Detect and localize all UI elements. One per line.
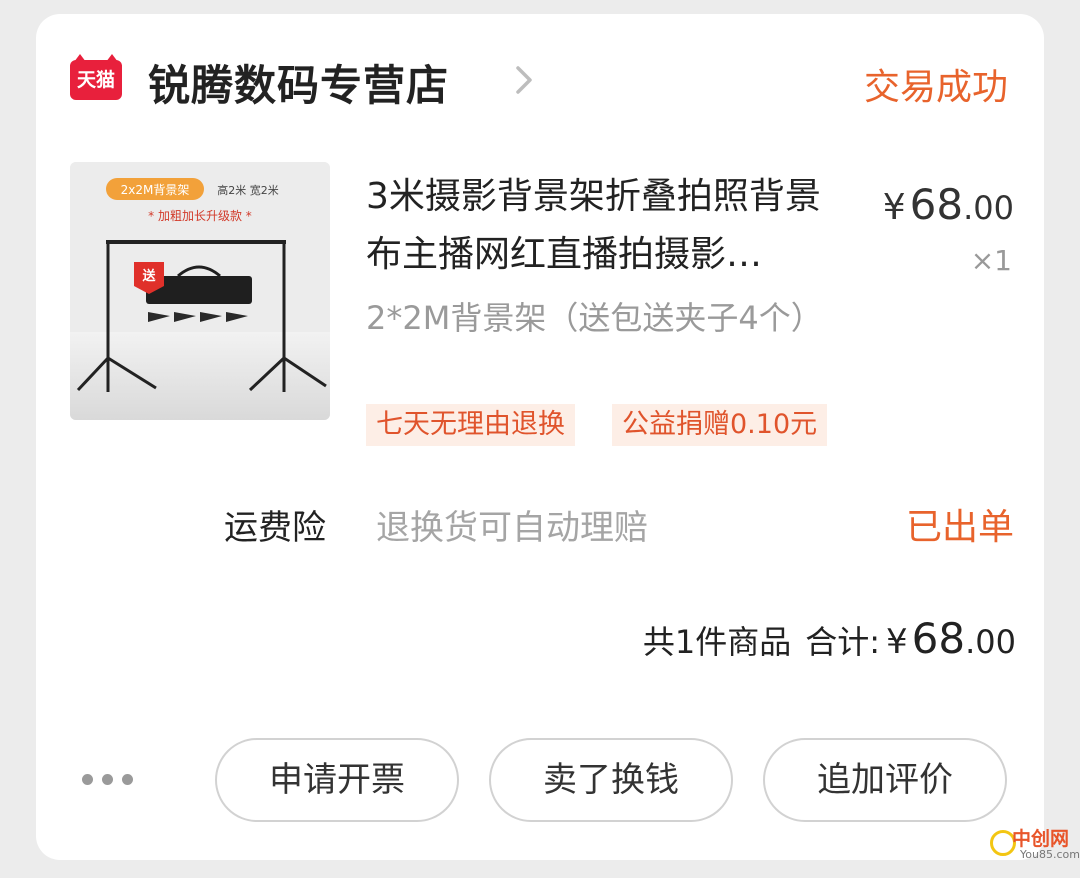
shipping-insurance-status[interactable]: 已出单 — [906, 498, 1014, 550]
thumb-spec-badge: 2x2M背景架 — [121, 183, 190, 197]
price-symbol: ¥ — [882, 187, 906, 228]
thumb-upgrade-text: * 加粗加长升级款 * — [148, 209, 252, 223]
store-name[interactable]: 锐腾数码专营店 — [148, 52, 449, 113]
product-sku: 2*2M背景架（送包送夹子4个） — [366, 299, 823, 337]
total-symbol: ¥ — [886, 622, 908, 662]
product-title[interactable]: 3米摄影背景架折叠拍照背景布主播网红直播拍摄影… — [366, 168, 838, 284]
shipping-insurance-label: 运费险 — [224, 508, 326, 548]
tag-charity-donation: 公益捐赠0.10元 — [612, 404, 828, 446]
price-integer: 68 — [909, 180, 964, 229]
request-invoice-button[interactable]: 申请开票 — [215, 738, 459, 822]
product-price: ¥68.00 — [883, 180, 1014, 229]
more-dots-icon[interactable] — [82, 772, 138, 788]
watermark-logo: 中创网 You85.com — [990, 824, 1080, 868]
shipping-insurance-desc: 退换货可自动理赔 — [376, 508, 648, 548]
dot — [122, 774, 133, 785]
chevron-right-icon[interactable] — [510, 62, 538, 98]
total-decimal: .00 — [965, 623, 1016, 661]
total-integer: 68 — [911, 614, 966, 663]
item-count: 共1件商品 — [642, 623, 792, 661]
resell-button[interactable]: 卖了换钱 — [489, 738, 733, 822]
product-thumbnail[interactable]: 2x2M背景架 高2米 宽2米 * 加粗加长升级款 * 送 — [70, 162, 330, 420]
tmall-logo-icon: 天猫 — [70, 54, 122, 100]
product-quantity: ×1 — [970, 244, 1012, 277]
total-label: 合计: — [805, 623, 881, 661]
price-decimal: .00 — [963, 189, 1014, 227]
order-total: 共1件商品 合计: ¥68.00 — [643, 614, 1016, 663]
thumb-gift-label: 送 — [141, 268, 156, 284]
watermark-en: You85.com — [1020, 848, 1080, 861]
tag-return-policy: 七天无理由退换 — [366, 404, 575, 446]
backdrop-stand-image: 2x2M背景架 高2米 宽2米 * 加粗加长升级款 * 送 — [70, 162, 330, 420]
dot — [82, 774, 93, 785]
order-status: 交易成功 — [863, 67, 1008, 108]
thumb-spec-size: 高2米 宽2米 — [217, 183, 279, 197]
watermark-cn: 中创网 — [1012, 828, 1070, 850]
dot — [102, 774, 113, 785]
add-review-button[interactable]: 追加评价 — [763, 738, 1007, 822]
